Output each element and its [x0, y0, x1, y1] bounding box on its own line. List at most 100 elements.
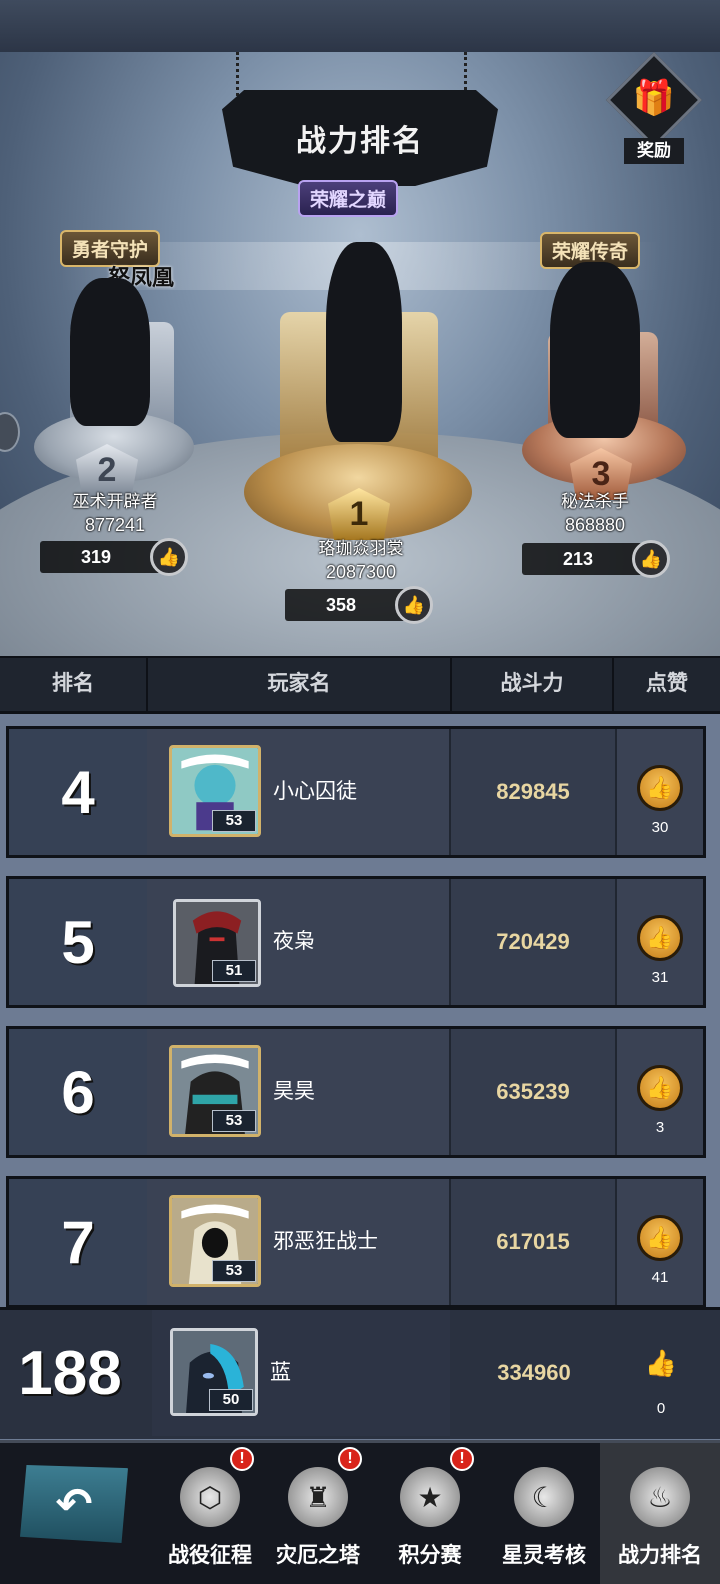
nav-item-tower[interactable]: ♜ ! 灾厄之塔	[258, 1443, 378, 1584]
thumbs-up-icon[interactable]: 👍	[395, 586, 433, 624]
row-power: 635239	[451, 1029, 615, 1155]
first-player-power: 2087300	[325, 562, 397, 582]
peak-badge: 荣耀之巅	[298, 180, 399, 217]
second-player-power: 877241	[84, 515, 146, 535]
nav-item-star-spirit[interactable]: ☾ 星灵考核	[484, 1443, 604, 1584]
back-button[interactable]: ↶	[20, 1465, 128, 1543]
avatar[interactable]: 50	[170, 1328, 258, 1416]
thumbs-up-icon[interactable]: 👍	[637, 1215, 683, 1261]
avatar[interactable]: 53	[169, 1045, 261, 1137]
header-name: 玩家名	[267, 672, 331, 695]
alert-badge: !	[230, 1447, 254, 1471]
hero-first[interactable]	[326, 242, 402, 442]
row-player-cell: 53 小心囚徒	[147, 729, 449, 855]
chain-left	[236, 52, 246, 96]
alert-badge: !	[338, 1447, 362, 1471]
row-like-cell: 👍 3	[617, 1029, 703, 1155]
player-name: 夜枭	[273, 930, 315, 953]
player-level: 51	[212, 960, 256, 982]
second-like-count: 319	[80, 547, 112, 567]
player-level: 53	[212, 810, 256, 832]
nav-item-label: 积分赛	[398, 1544, 462, 1567]
thumbs-up-icon[interactable]: 👍	[150, 538, 188, 576]
self-rank-row[interactable]: 188 50 蓝 334960 👍 0	[0, 1307, 720, 1439]
nav-item-label: 战役征程	[168, 1544, 252, 1567]
player-name: 蓝	[270, 1361, 291, 1384]
first-player-name: 珞珈焱羽裳	[318, 539, 404, 558]
player-name: 昊昊	[273, 1080, 315, 1103]
tower-icon: ♜	[288, 1467, 348, 1527]
player-level: 53	[212, 1260, 256, 1282]
player-level: 50	[209, 1389, 253, 1411]
row-rank: 7	[9, 1179, 147, 1305]
header-rank: 排名	[52, 672, 94, 695]
like-count: 41	[651, 1269, 669, 1286]
nav-item-power-ranking[interactable]: ♨ 战力排名	[600, 1443, 720, 1584]
third-player-name: 秘法杀手	[561, 492, 629, 511]
header-power: 战斗力	[500, 672, 564, 695]
like-count: 31	[651, 969, 669, 986]
second-like-pill: 319 👍	[40, 538, 188, 576]
like-count: 0	[656, 1400, 666, 1417]
nav-item-points-match[interactable]: ★ ! 积分赛	[370, 1443, 490, 1584]
player-name: 小心囚徒	[273, 780, 357, 803]
page-title-banner: 战力排名	[222, 90, 498, 186]
first-like-pill: 358 👍	[285, 586, 433, 624]
like-count: 30	[651, 819, 669, 836]
back-arrow-icon: ↶	[55, 1479, 93, 1529]
hero-third[interactable]	[550, 262, 640, 438]
third-player-power: 868880	[564, 515, 626, 535]
avatar[interactable]: 53	[169, 1195, 261, 1287]
row-like-cell: 👍 41	[617, 1179, 703, 1305]
hero-second[interactable]	[70, 278, 150, 426]
nav-item-campaign[interactable]: ⬡ ! 战役征程	[150, 1443, 270, 1584]
self-rank: 188	[0, 1310, 140, 1436]
thumbs-up-icon[interactable]: 👍	[637, 1065, 683, 1111]
thumbs-up-icon[interactable]: 👍	[632, 540, 670, 578]
alert-badge: !	[450, 1447, 474, 1471]
table-row[interactable]: 6 53 昊昊 635239 👍 3	[6, 1026, 706, 1158]
like-count: 3	[655, 1119, 665, 1136]
row-player-cell: 53 昊昊	[147, 1029, 449, 1155]
nav-item-label: 灾厄之塔	[276, 1544, 360, 1567]
self-player-cell: 50 蓝	[152, 1310, 450, 1436]
row-power: 720429	[451, 879, 615, 1005]
thumbs-up-icon[interactable]: 👍	[637, 765, 683, 811]
chain-right	[464, 52, 474, 96]
row-power: 617015	[451, 1179, 615, 1305]
row-like-cell: 👍 31	[617, 879, 703, 1005]
thumbs-up-icon[interactable]: 👍	[637, 915, 683, 961]
gift-icon: 🎁	[632, 79, 676, 117]
page-title: 战力排名	[296, 125, 424, 158]
side-tab-handle[interactable]	[0, 412, 20, 452]
flame-rank-icon: ♨	[630, 1467, 690, 1527]
third-like-count: 213	[562, 549, 594, 569]
row-power: 829845	[451, 729, 615, 855]
top-frame	[0, 0, 720, 58]
first-like-count: 358	[325, 595, 357, 615]
second-player-name: 巫术开辟者	[72, 492, 158, 511]
row-like-cell: 👍 30	[617, 729, 703, 855]
row-rank: 5	[9, 879, 147, 1005]
avatar[interactable]: 53	[169, 745, 261, 837]
row-rank: 4	[9, 729, 147, 855]
star-emblem-icon: ★	[400, 1467, 460, 1527]
nav-item-label: 战力排名	[618, 1544, 702, 1567]
reward-button[interactable]: 🎁 奖励	[605, 52, 703, 166]
bottom-nav: ↶ ⬡ ! 战役征程 ♜ ! 灾厄之塔 ★ ! 积分赛 ☾ 星灵考核 ♨ 战力排…	[0, 1440, 720, 1584]
table-row[interactable]: 5 51 夜枭 720429 👍 31	[6, 876, 706, 1008]
row-player-cell: 51 夜枭	[147, 879, 449, 1005]
table-row[interactable]: 4 53 小心囚徒 829845 👍 30	[6, 726, 706, 858]
avatar[interactable]: 51	[173, 899, 261, 987]
ranking-table-header: 排名 玩家名 战斗力 点赞	[0, 656, 720, 714]
self-like-cell: 👍 0	[618, 1310, 708, 1436]
third-like-pill: 213 👍	[522, 540, 670, 578]
player-name: 邪恶狂战士	[273, 1230, 378, 1253]
player-level: 53	[212, 1110, 256, 1132]
row-rank: 6	[9, 1029, 147, 1155]
thumbs-up-icon: 👍	[644, 1347, 678, 1378]
reward-label: 奖励	[624, 138, 684, 164]
table-row[interactable]: 7 53 邪恶狂战士 617015 👍 41	[6, 1176, 706, 1308]
header-like: 点赞	[646, 672, 688, 695]
crescent-moon-icon: ☾	[514, 1467, 574, 1527]
